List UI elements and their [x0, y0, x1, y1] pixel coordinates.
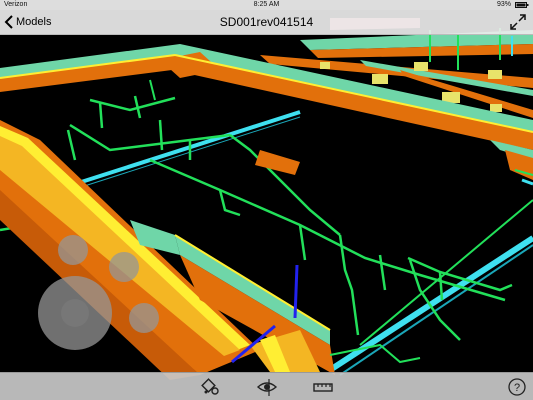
- status-time: 8:25 AM: [253, 1, 280, 8]
- expand-arrows-icon[interactable]: [509, 13, 527, 31]
- section-box-icon[interactable]: [312, 376, 334, 398]
- help-icon[interactable]: ?: [506, 376, 528, 398]
- chevron-left-icon: [4, 15, 13, 29]
- move-pad-center[interactable]: [61, 299, 89, 327]
- battery-icon: [515, 2, 529, 8]
- elevation-button[interactable]: [129, 303, 159, 333]
- status-bar: Verizon 8:25 AM 93%: [0, 0, 533, 10]
- eye-visibility-icon[interactable]: [256, 376, 278, 398]
- bottom-toolbar: ?: [0, 372, 533, 400]
- back-button[interactable]: Models: [4, 13, 51, 31]
- back-label: Models: [16, 16, 52, 28]
- look-up-button[interactable]: [58, 235, 88, 265]
- svg-text:?: ?: [514, 382, 520, 394]
- orbit-view-icon[interactable]: [200, 376, 222, 398]
- look-right-button[interactable]: [109, 252, 139, 282]
- battery-percent: 93%: [496, 1, 511, 8]
- page-title: SD001rev041514: [219, 15, 314, 29]
- nav-bar: Models SD001rev041514: [0, 10, 533, 35]
- navigation-joystick[interactable]: [38, 230, 168, 370]
